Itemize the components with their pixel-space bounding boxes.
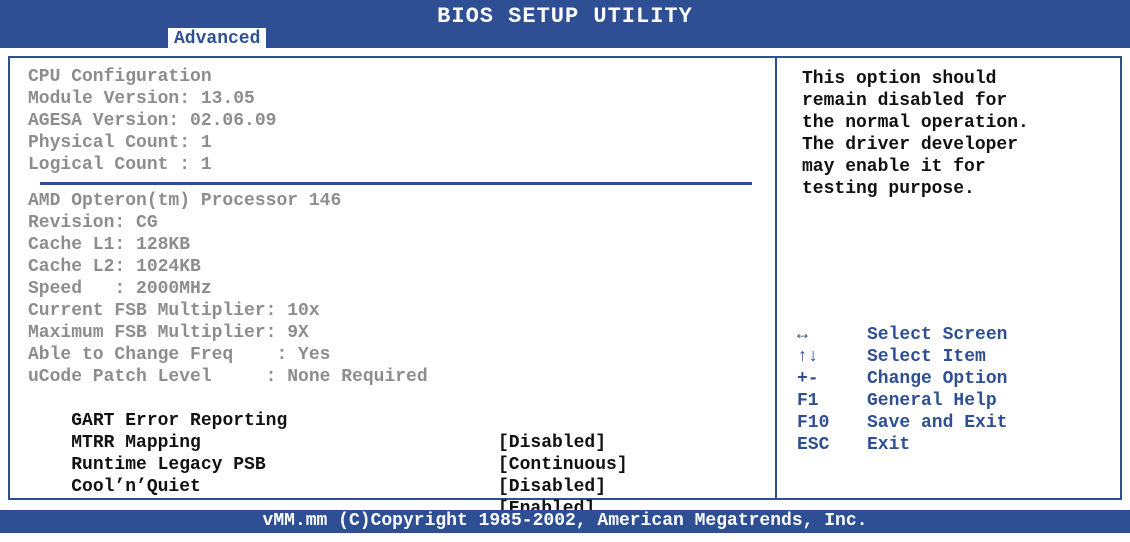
key-f1: F1 [797,391,819,411]
info-line: AGESA Version: 02.06.09 [28,111,277,131]
info-line: Cache L1: 128KB [28,235,191,255]
info-line: Maximum FSB Multiplier: 9X [28,323,309,343]
help-text: This option should remain disabled for t… [802,69,1029,199]
up-down-arrow-icon: ↑↓ [797,347,819,367]
key-row-exit: ESC Exit [797,434,1117,456]
info-line: Revision: CG [28,213,158,233]
key-desc: Exit [867,435,911,455]
info-line: Module Version: 13.05 [28,89,255,109]
plus-minus-icon: +- [797,369,819,389]
key-desc: General Help [867,391,997,411]
key-row-select-item: ↑↓ Select Item [797,346,1117,368]
help-pane: This option should remain disabled for t… [775,56,1122,500]
key-legend: ↔ Select Screen ↑↓ Select Item +- Change Op… [797,324,1117,456]
title-bar: BIOS SETUP UTILITY Advanced [0,0,1130,50]
settings-pane: CPU Configuration Module Version: 13.05 … [8,56,778,519]
key-desc: Select Screen [867,325,1008,345]
app-title: BIOS SETUP UTILITY [437,4,693,29]
setting-value[interactable]: [Disabled] [498,432,606,454]
info-line: CPU Configuration [28,67,212,87]
key-row-save-exit: F10 Save and Exit [797,412,1117,434]
setting-label: Cool’n’Quiet [71,477,201,497]
setting-value[interactable]: [Disabled] [498,476,606,498]
key-row-change-option: +- Change Option [797,368,1117,390]
info-line: uCode Patch Level : None Required [28,367,428,387]
key-row-general-help: F1 General Help [797,390,1117,412]
setting-value[interactable]: [Continuous] [498,454,628,476]
info-line: Cache L2: 1024KB [28,257,201,277]
left-right-arrow-icon: ↔ [797,325,808,345]
info-line: Current FSB Multiplier: 10x [28,301,320,321]
key-desc: Save and Exit [867,413,1008,433]
key-f10: F10 [797,413,830,433]
key-esc: ESC [797,435,830,455]
tab-advanced[interactable]: Advanced [168,28,267,50]
info-line: AMD Opteron(tm) Processor 146 [28,191,342,211]
info-line: Speed : 2000MHz [28,279,212,299]
key-row-select-screen: ↔ Select Screen [797,324,1117,346]
copyright-footer: vMM.mm (C)Copyright 1985-2002, American … [0,510,1130,533]
info-line: Able to Change Freq : Yes [28,345,331,365]
info-line: Physical Count: 1 [28,133,212,153]
key-desc: Change Option [867,369,1008,389]
key-desc: Select Item [867,347,986,367]
section-divider [40,182,752,185]
info-line: Logical Count : 1 [28,155,212,175]
